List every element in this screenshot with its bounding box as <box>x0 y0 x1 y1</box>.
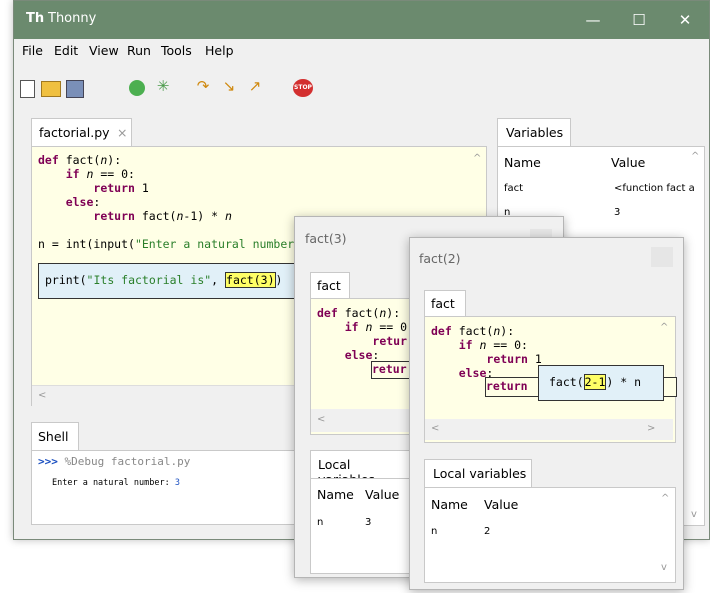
toolbar: ✳ ↷ ↘ ↗ STOP <box>14 63 709 103</box>
horizontal-scrollbar[interactable]: < > <box>425 419 673 440</box>
locals-col-name: Name <box>431 497 468 512</box>
maximize-button[interactable]: ☐ <box>616 1 662 39</box>
frame-tab[interactable]: fact <box>310 272 350 299</box>
scroll-left-icon[interactable]: < <box>431 423 439 434</box>
local-variables-tab[interactable]: Local variables <box>310 450 412 487</box>
local-variables-tab[interactable]: Local variables <box>424 459 532 488</box>
shell-command: %Debug factorial.py <box>64 455 191 468</box>
run-icon[interactable] <box>129 80 145 96</box>
frame-title: fact(2) <box>419 251 461 266</box>
shell-input: 3 <box>174 478 180 488</box>
editor-tab[interactable]: factorial.py × <box>31 118 132 146</box>
menu-run[interactable]: Run <box>127 43 151 58</box>
close-tab-icon[interactable]: × <box>117 125 127 140</box>
step-out-icon[interactable]: ↗ <box>246 77 264 95</box>
locals-col-name: Name <box>317 487 354 502</box>
debug-icon[interactable]: ✳ <box>154 77 172 95</box>
shell-tab[interactable]: Shell <box>31 422 79 450</box>
variables-tab-label: Variables <box>506 125 564 140</box>
frame-tab[interactable]: fact <box>424 290 466 317</box>
scroll-right-icon[interactable]: > <box>647 423 655 434</box>
step-into-icon[interactable]: ↘ <box>220 77 238 95</box>
locals-col-value: Value <box>484 497 519 512</box>
variables-col-value: Value <box>611 155 646 170</box>
frame-close-button[interactable] <box>651 247 673 267</box>
local-variables-pane: Name Value ^ n 2 v <box>424 487 676 583</box>
scroll-up-icon[interactable]: ^ <box>691 151 699 162</box>
frame-title: fact(3) <box>305 231 347 246</box>
open-folder-icon[interactable] <box>41 81 61 97</box>
save-icon[interactable] <box>66 80 84 98</box>
scroll-down-icon[interactable]: v <box>691 509 697 520</box>
scroll-left-icon[interactable]: < <box>38 390 46 401</box>
evaluation-box: print("Its factorial is", fact(3)) <box>38 263 310 299</box>
menu-bar: File Edit View Run Tools Help <box>14 39 709 61</box>
minimize-button[interactable]: — <box>570 1 616 39</box>
variables-tab[interactable]: Variables <box>497 118 571 146</box>
scroll-down-icon[interactable]: v <box>661 562 667 573</box>
shell-prompt: >>> <box>38 455 58 468</box>
menu-file[interactable]: File <box>22 43 43 58</box>
code-block: def fact(n): if n == 0: return 1 else: r… <box>38 153 295 251</box>
scroll-up-icon[interactable]: ^ <box>660 322 668 333</box>
close-button[interactable]: ✕ <box>662 1 708 39</box>
evaluation-box: fact(2-1) * n <box>538 365 664 401</box>
window-title: Thonny <box>48 11 97 26</box>
new-file-icon[interactable] <box>20 80 35 98</box>
thonny-logo-icon: Th <box>26 11 45 26</box>
step-over-icon[interactable]: ↷ <box>194 77 212 95</box>
stop-icon[interactable]: STOP <box>293 79 313 97</box>
scroll-up-icon[interactable]: ^ <box>661 493 669 504</box>
shell-tab-label: Shell <box>38 429 69 444</box>
editor-tab-label: factorial.py <box>39 125 110 140</box>
variables-col-name: Name <box>504 155 541 170</box>
scroll-left-icon[interactable]: < <box>317 414 325 425</box>
shell-output: Enter a natural number: <box>52 478 175 488</box>
menu-edit[interactable]: Edit <box>54 43 78 58</box>
menu-view[interactable]: View <box>89 43 119 58</box>
locals-col-value: Value <box>365 487 400 502</box>
menu-tools[interactable]: Tools <box>161 43 192 58</box>
scroll-up-icon[interactable]: ^ <box>473 153 481 164</box>
frame-window-fact2: fact(2) fact def fact(n): if n == 0: ret… <box>409 237 684 590</box>
menu-help[interactable]: Help <box>205 43 234 58</box>
title-bar[interactable]: Th Thonny — ☐ ✕ <box>14 1 709 39</box>
frame-code-view[interactable]: def fact(n): if n == 0: return 1 else: r… <box>424 316 677 443</box>
